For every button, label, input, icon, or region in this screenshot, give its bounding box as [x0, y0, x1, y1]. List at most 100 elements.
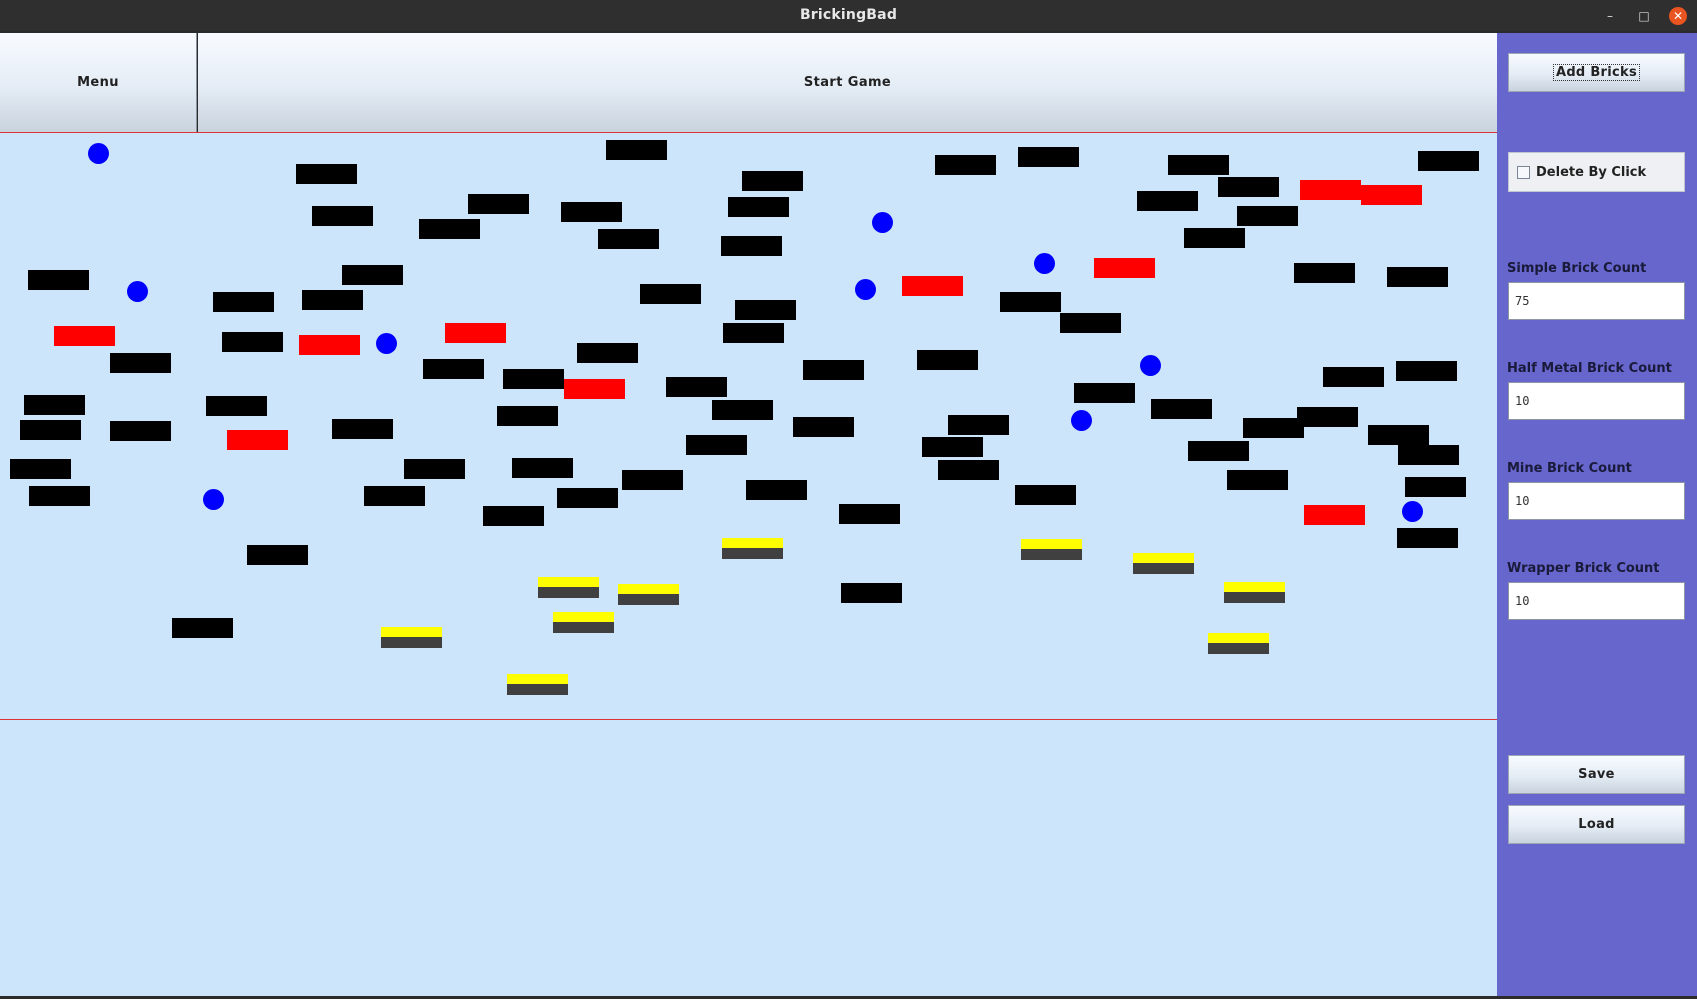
simple-brick[interactable]: [561, 202, 622, 222]
simple-brick[interactable]: [1405, 477, 1466, 497]
half-metal-brick[interactable]: [507, 674, 568, 695]
mine-brick[interactable]: [1361, 185, 1422, 205]
simple-brick[interactable]: [296, 164, 357, 184]
simple-brick[interactable]: [497, 406, 558, 426]
simple-brick[interactable]: [364, 486, 425, 506]
simple-brick[interactable]: [839, 504, 900, 524]
simple-brick[interactable]: [622, 470, 683, 490]
simple-brick[interactable]: [742, 171, 803, 191]
mine-brick[interactable]: [227, 430, 288, 450]
simple-brick[interactable]: [938, 460, 999, 480]
simple-brick[interactable]: [1184, 228, 1245, 248]
wrapper-brick[interactable]: [872, 212, 893, 233]
half-metal-brick[interactable]: [722, 538, 783, 559]
simple-brick[interactable]: [666, 377, 727, 397]
wrapper-brick[interactable]: [1140, 355, 1161, 376]
simple-brick[interactable]: [1188, 441, 1249, 461]
wrapper-brick[interactable]: [855, 279, 876, 300]
simple-brick[interactable]: [1387, 267, 1448, 287]
half-metal-brick-count-input[interactable]: [1508, 382, 1685, 420]
mine-brick[interactable]: [445, 323, 506, 343]
simple-brick[interactable]: [948, 415, 1009, 435]
save-button[interactable]: Save: [1508, 755, 1685, 794]
simple-brick[interactable]: [24, 395, 85, 415]
simple-brick[interactable]: [423, 359, 484, 379]
simple-brick[interactable]: [483, 506, 544, 526]
simple-brick[interactable]: [1015, 485, 1076, 505]
simple-brick[interactable]: [10, 459, 71, 479]
simple-brick[interactable]: [557, 488, 618, 508]
half-metal-brick[interactable]: [1224, 582, 1285, 603]
simple-brick[interactable]: [29, 486, 90, 506]
simple-brick[interactable]: [213, 292, 274, 312]
load-button[interactable]: Load: [1508, 805, 1685, 844]
start-game-button[interactable]: Start Game: [198, 33, 1497, 132]
simple-brick[interactable]: [746, 480, 807, 500]
simple-brick[interactable]: [1218, 177, 1279, 197]
wrapper-brick[interactable]: [127, 281, 148, 302]
simple-brick[interactable]: [917, 350, 978, 370]
half-metal-brick[interactable]: [618, 584, 679, 605]
close-icon[interactable]: ✕: [1669, 7, 1687, 25]
half-metal-brick[interactable]: [1021, 539, 1082, 560]
simple-brick[interactable]: [1243, 418, 1304, 438]
mine-brick[interactable]: [1300, 180, 1361, 200]
simple-brick[interactable]: [841, 583, 902, 603]
simple-brick[interactable]: [1074, 383, 1135, 403]
simple-brick[interactable]: [503, 369, 564, 389]
mine-brick[interactable]: [1304, 505, 1365, 525]
half-metal-brick[interactable]: [381, 627, 442, 648]
simple-brick[interactable]: [640, 284, 701, 304]
simple-brick[interactable]: [1418, 151, 1479, 171]
simple-brick[interactable]: [28, 270, 89, 290]
simple-brick[interactable]: [712, 400, 773, 420]
simple-brick[interactable]: [723, 323, 784, 343]
simple-brick[interactable]: [1368, 425, 1429, 445]
simple-brick[interactable]: [577, 343, 638, 363]
game-playfield[interactable]: [0, 133, 1497, 720]
simple-brick[interactable]: [302, 290, 363, 310]
simple-brick[interactable]: [1398, 445, 1459, 465]
simple-brick[interactable]: [222, 332, 283, 352]
wrapper-brick[interactable]: [1402, 501, 1423, 522]
mine-brick[interactable]: [1094, 258, 1155, 278]
mine-brick[interactable]: [299, 335, 360, 355]
simple-brick[interactable]: [728, 197, 789, 217]
simple-brick[interactable]: [735, 300, 796, 320]
simple-brick[interactable]: [332, 419, 393, 439]
wrapper-brick[interactable]: [1071, 410, 1092, 431]
minimize-icon[interactable]: –: [1601, 7, 1619, 25]
simple-brick[interactable]: [247, 545, 308, 565]
wrapper-brick[interactable]: [1034, 253, 1055, 274]
simple-brick[interactable]: [110, 421, 171, 441]
simple-brick[interactable]: [404, 459, 465, 479]
simple-brick[interactable]: [686, 435, 747, 455]
simple-brick[interactable]: [721, 236, 782, 256]
simple-brick[interactable]: [1396, 361, 1457, 381]
simple-brick[interactable]: [172, 618, 233, 638]
simple-brick[interactable]: [793, 417, 854, 437]
simple-brick[interactable]: [512, 458, 573, 478]
maximize-icon[interactable]: □: [1635, 7, 1653, 25]
menu-button[interactable]: Menu: [0, 33, 197, 132]
wrapper-brick[interactable]: [376, 333, 397, 354]
simple-brick[interactable]: [935, 155, 996, 175]
simple-brick[interactable]: [110, 353, 171, 373]
half-metal-brick[interactable]: [538, 577, 599, 598]
simple-brick[interactable]: [922, 437, 983, 457]
simple-brick[interactable]: [1397, 528, 1458, 548]
half-metal-brick[interactable]: [1133, 553, 1194, 574]
simple-brick[interactable]: [1237, 206, 1298, 226]
simple-brick[interactable]: [1018, 147, 1079, 167]
paddle-area[interactable]: [0, 720, 1497, 996]
simple-brick[interactable]: [1168, 155, 1229, 175]
mine-brick-count-input[interactable]: [1508, 482, 1685, 520]
simple-brick[interactable]: [803, 360, 864, 380]
simple-brick[interactable]: [1227, 470, 1288, 490]
simple-brick[interactable]: [1060, 313, 1121, 333]
mine-brick[interactable]: [54, 326, 115, 346]
add-bricks-button[interactable]: Add Bricks: [1508, 53, 1685, 92]
simple-brick[interactable]: [598, 229, 659, 249]
simple-brick[interactable]: [312, 206, 373, 226]
simple-brick[interactable]: [1000, 292, 1061, 312]
